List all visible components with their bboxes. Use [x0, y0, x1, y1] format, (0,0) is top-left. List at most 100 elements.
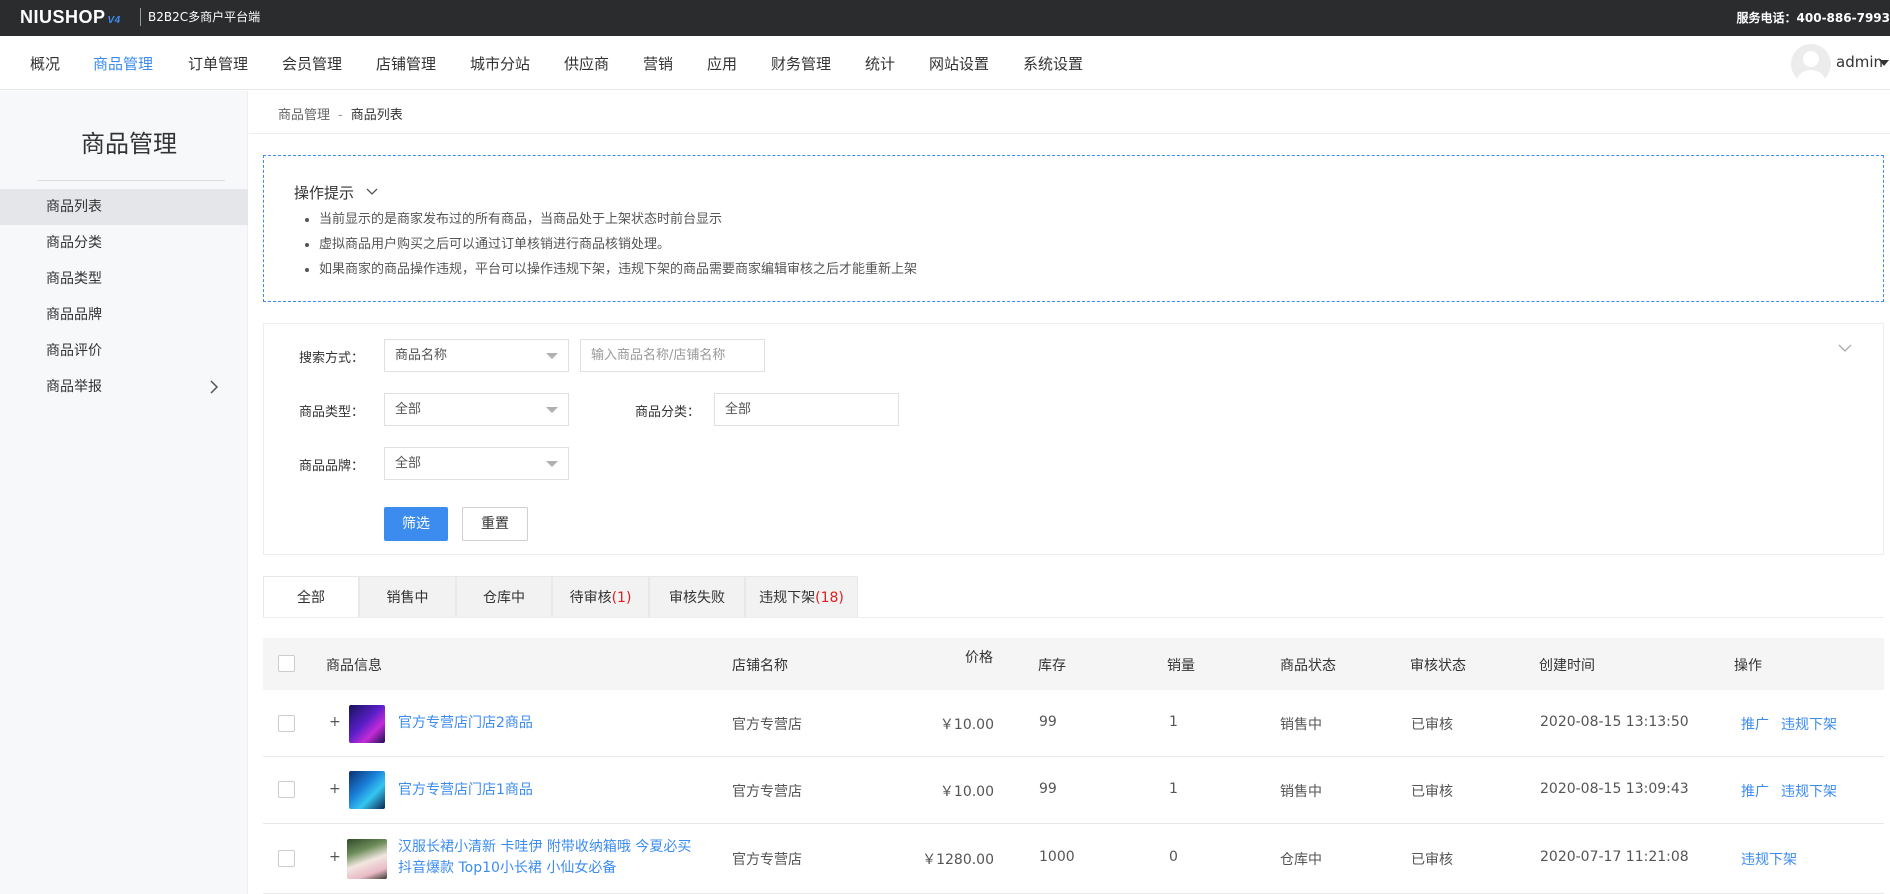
store-name: 官方专营店 [732, 784, 802, 800]
goods-type-select[interactable]: 全部 [384, 393, 569, 426]
row-checkbox[interactable] [278, 781, 295, 798]
breadcrumb-goods-manage[interactable]: 商品管理 [278, 108, 330, 123]
filter-button[interactable]: 筛选 [384, 507, 448, 541]
search-input[interactable]: 输入商品名称/店铺名称 [580, 339, 765, 372]
goods-status: 销售中 [1280, 717, 1322, 733]
stock: 99 [1039, 781, 1057, 797]
goods-name-link[interactable]: 官方专营店门店2商品 [398, 713, 533, 734]
header-actions: 操作 [1734, 658, 1762, 674]
promote-link[interactable]: 推广 [1741, 714, 1769, 734]
user-name[interactable]: admin [1836, 53, 1883, 71]
tips-title[interactable]: 操作提示 [294, 182, 354, 203]
tab-all[interactable]: 全部 [263, 576, 359, 618]
goods-category-field[interactable]: 全部 [714, 393, 899, 426]
tab-violation-offline[interactable]: 违规下架(18) [745, 576, 858, 618]
sidebar-item-goods-report[interactable]: 商品举报 [0, 369, 248, 405]
price: ￥1280.00 [922, 852, 994, 868]
tab-label: 待审核 [569, 590, 612, 606]
tab-review-failed[interactable]: 审核失败 [649, 576, 745, 618]
chevron-down-icon[interactable] [1837, 342, 1853, 354]
sidebar-item-goods-review[interactable]: 商品评价 [0, 333, 248, 369]
goods-name-link[interactable]: 汉服长裙小清新 卡哇伊 附带收纳箱哦 今夏必买 抖音爆款 Top10小长裙 小仙… [398, 837, 691, 879]
header-price[interactable]: 价格 [965, 647, 993, 667]
nav-item-statistics[interactable]: 统计 [865, 53, 895, 74]
nav-item-site-settings[interactable]: 网站设置 [929, 53, 989, 74]
goods-thumbnail[interactable] [347, 839, 387, 879]
expand-plus-icon[interactable]: + [329, 849, 341, 865]
nav-item-members[interactable]: 会员管理 [282, 53, 342, 74]
table-header: 商品信息 店铺名称 价格 库存 销量 商品状态 审核状态 创建时间 操作 [263, 638, 1884, 690]
nav-item-finance[interactable]: 财务管理 [771, 53, 831, 74]
tab-label: 审核失败 [669, 590, 725, 606]
price: ￥10.00 [939, 784, 994, 800]
user-avatar[interactable] [1791, 44, 1831, 84]
goods-brand-value: 全部 [395, 456, 422, 471]
sidebar-item-goods-category[interactable]: 商品分类 [0, 225, 248, 261]
goods-name-link[interactable]: 官方专营店门店1商品 [398, 780, 533, 801]
tab-count: (18) [815, 590, 844, 606]
niushop-logo[interactable]: NIUSHOP V4 [20, 7, 121, 28]
chevron-down-icon[interactable] [365, 186, 379, 198]
nav-item-system-settings[interactable]: 系统设置 [1023, 53, 1083, 74]
search-mode-select[interactable]: 商品名称 [384, 339, 569, 372]
violation-offline-link[interactable]: 违规下架 [1781, 781, 1837, 801]
tip-item: 当前显示的是商家发布过的所有商品，当商品处于上架状态时前台显示 [319, 207, 917, 232]
caret-down-icon [546, 461, 558, 467]
table-row: + 官方专营店门店2商品 官方专营店 ￥10.00 99 1 销售中 已审核 2… [263, 690, 1884, 757]
goods-thumbnail[interactable] [349, 705, 385, 743]
sales: 1 [1169, 714, 1178, 730]
sidebar-item-label: 商品类型 [46, 271, 102, 287]
row-checkbox[interactable] [278, 850, 295, 867]
header-stock[interactable]: 库存 [1038, 655, 1066, 675]
expand-plus-icon[interactable]: + [329, 781, 341, 797]
store-name: 官方专营店 [732, 717, 802, 733]
sidebar-item-goods-type[interactable]: 商品类型 [0, 261, 248, 297]
tab-in-warehouse[interactable]: 仓库中 [456, 576, 552, 618]
nav-item-apps[interactable]: 应用 [707, 53, 737, 74]
tip-item: 如果商家的商品操作违规，平台可以操作违规下架，违规下架的商品需要商家编辑审核之后… [319, 257, 917, 282]
sidebar-title: 商品管理 [81, 130, 177, 158]
promote-link[interactable]: 推广 [1741, 781, 1769, 801]
table-row: + 官方专营店门店1商品 官方专营店 ￥10.00 99 1 销售中 已审核 2… [263, 757, 1884, 824]
nav-item-marketing[interactable]: 营销 [643, 53, 673, 74]
nav-item-orders[interactable]: 订单管理 [188, 53, 248, 74]
header-created-time[interactable]: 创建时间 [1539, 655, 1595, 675]
goods-thumbnail[interactable] [349, 771, 385, 809]
sidebar-item-goods-list[interactable]: 商品列表 [0, 189, 248, 225]
header-sales[interactable]: 销量 [1167, 655, 1195, 675]
goods-name-line: 汉服长裙小清新 卡哇伊 附带收纳箱哦 今夏必买 [398, 839, 692, 855]
nav-item-overview[interactable]: 概况 [30, 53, 60, 74]
tips-list: 当前显示的是商家发布过的所有商品，当商品处于上架状态时前台显示 虚拟商品用户购买… [319, 207, 917, 282]
goods-brand-select[interactable]: 全部 [384, 447, 569, 480]
tab-pending-review[interactable]: 待审核(1) [552, 576, 649, 618]
violation-offline-link[interactable]: 违规下架 [1741, 849, 1797, 869]
tab-count: (1) [611, 590, 632, 606]
goods-type-label: 商品类型： [298, 405, 364, 420]
tabs-divider [263, 617, 1884, 618]
main-nav: 概况 商品管理 订单管理 会员管理 店铺管理 城市分站 供应商 营销 应用 财务… [0, 36, 1890, 90]
nav-item-suppliers[interactable]: 供应商 [564, 53, 609, 74]
sidebar-item-goods-brand[interactable]: 商品品牌 [0, 297, 248, 333]
row-checkbox[interactable] [278, 715, 295, 732]
header-goods-status: 商品状态 [1280, 658, 1336, 674]
reset-button[interactable]: 重置 [462, 507, 528, 541]
sales: 0 [1169, 849, 1178, 865]
violation-offline-link[interactable]: 违规下架 [1781, 714, 1837, 734]
platform-subtitle: B2B2C多商户平台端 [148, 10, 261, 24]
breadcrumb-divider [249, 133, 1890, 134]
nav-item-city-sites[interactable]: 城市分站 [470, 53, 530, 74]
sidebar-item-label: 商品品牌 [46, 307, 102, 323]
caret-down-icon[interactable] [1879, 60, 1889, 66]
service-hotline: 服务电话：400-886-7993 [1736, 11, 1890, 25]
goods-name-line: 抖音爆款 Top10小长裙 小仙女必备 [398, 860, 617, 876]
goods-status: 销售中 [1280, 784, 1322, 800]
select-all-checkbox[interactable] [278, 655, 295, 672]
tab-on-sale[interactable]: 销售中 [359, 576, 456, 618]
expand-plus-icon[interactable]: + [329, 714, 341, 730]
nav-item-goods[interactable]: 商品管理 [93, 53, 153, 74]
logo-divider [140, 8, 141, 26]
nav-item-stores[interactable]: 店铺管理 [376, 53, 436, 74]
stock: 99 [1039, 714, 1057, 730]
sales: 1 [1169, 781, 1178, 797]
search-mode-value: 商品名称 [395, 348, 448, 363]
